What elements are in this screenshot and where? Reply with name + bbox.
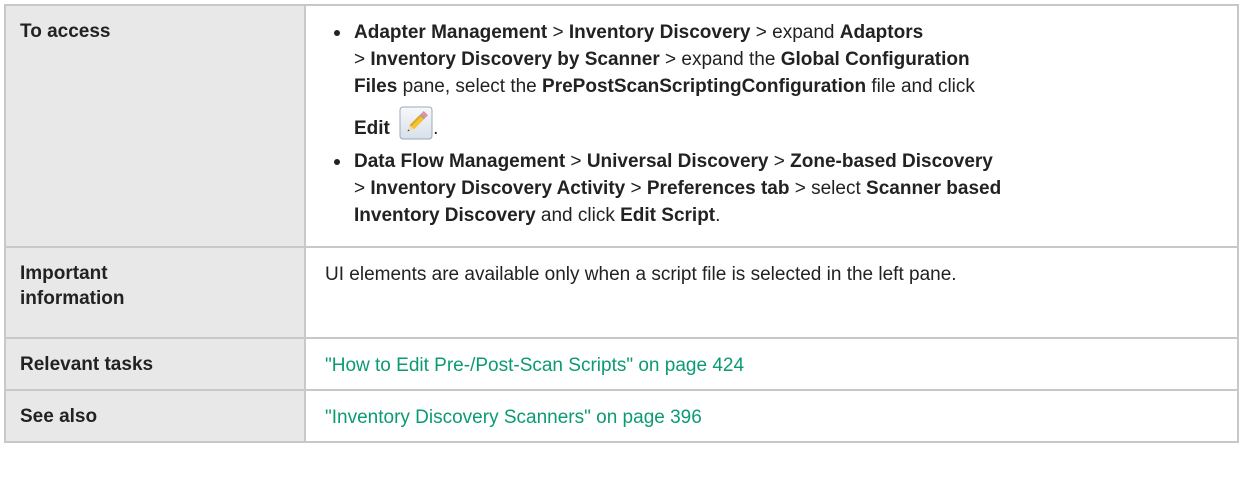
ui-path-text: Files <box>354 76 398 97</box>
ui-path-text: Universal Discovery <box>586 151 769 172</box>
ui-path-text: Zone-based Discovery <box>790 151 993 172</box>
ui-path-text: Preferences tab <box>646 178 790 199</box>
period-text: . <box>433 118 439 139</box>
label-cell: To access <box>4 4 306 248</box>
table-row-see-also: See also "Inventory Discovery Scanners" … <box>4 389 1239 443</box>
ui-path-text: Edit Script <box>620 205 716 226</box>
path-separator: > <box>354 49 371 70</box>
instruction-text: and click <box>535 205 621 226</box>
ui-path-text: Adaptors <box>839 22 924 43</box>
see-also-link[interactable]: "Inventory Discovery Scanners" on page 3… <box>325 407 702 428</box>
row-label-important-information: Important information <box>6 248 304 319</box>
path-separator: > <box>565 151 587 172</box>
instruction-text: > expand the <box>659 49 781 70</box>
path-separator: > <box>354 178 371 199</box>
value-cell: UI elements are available only when a sc… <box>304 246 1239 339</box>
table-row-to-access: To access Adapter Management > Inventory… <box>4 4 1239 248</box>
value-cell: "How to Edit Pre-/Post-Scan Scripts" on … <box>304 337 1239 391</box>
row-label-see-also: See also <box>20 406 98 427</box>
row-label-relevant-tasks: Relevant tasks <box>20 354 154 375</box>
ui-path-text: Scanner based <box>866 178 1002 199</box>
path-separator: > <box>547 22 569 43</box>
label-line: Important <box>20 263 108 284</box>
relevant-task-link[interactable]: "How to Edit Pre-/Post-Scan Scripts" on … <box>325 355 744 376</box>
label-cell: Relevant tasks <box>4 337 306 391</box>
value-cell: "Inventory Discovery Scanners" on page 3… <box>304 389 1239 443</box>
table-row-relevant-tasks: Relevant tasks "How to Edit Pre-/Post-Sc… <box>4 337 1239 391</box>
label-line: information <box>20 288 125 309</box>
instruction-text: > expand <box>750 22 840 43</box>
list-item-dataflow-path: Data Flow Management > Universal Discove… <box>325 148 1223 229</box>
ui-path-text: Data Flow Management <box>354 151 566 172</box>
ui-path-text: Edit <box>354 118 390 139</box>
list-item-adapter-path: Adapter Management > Inventory Discovery… <box>325 19 1223 142</box>
period-text: . <box>715 205 721 226</box>
path-separator: > <box>768 151 791 172</box>
ui-path-text: Inventory Discovery by Scanner <box>370 49 660 70</box>
important-information-text: UI elements are available only when a sc… <box>325 264 957 285</box>
ui-path-text: Inventory Discovery Activity <box>370 178 626 199</box>
pencil-edit-icon <box>399 106 433 140</box>
table-row-important-information: Important information UI elements are av… <box>4 246 1239 339</box>
label-cell: Important information <box>4 246 306 339</box>
ui-path-text: Global Configuration <box>780 49 970 70</box>
instruction-text: file and click <box>866 76 975 97</box>
ui-path-text: Inventory Discovery <box>354 205 536 226</box>
ui-path-text: Adapter Management <box>354 22 548 43</box>
ui-path-text: PrePostScanScriptingConfiguration <box>542 76 867 97</box>
info-table: To access Adapter Management > Inventory… <box>4 4 1239 443</box>
instruction-text: > select <box>789 178 867 199</box>
ui-path-text: Inventory Discovery <box>568 22 751 43</box>
access-steps-list: Adapter Management > Inventory Discovery… <box>325 19 1223 229</box>
instruction-text: pane, select the <box>397 76 543 97</box>
label-cell: See also <box>4 389 306 443</box>
row-label-to-access: To access <box>20 21 111 42</box>
path-separator: > <box>625 178 647 199</box>
value-cell: Adapter Management > Inventory Discovery… <box>304 4 1239 248</box>
